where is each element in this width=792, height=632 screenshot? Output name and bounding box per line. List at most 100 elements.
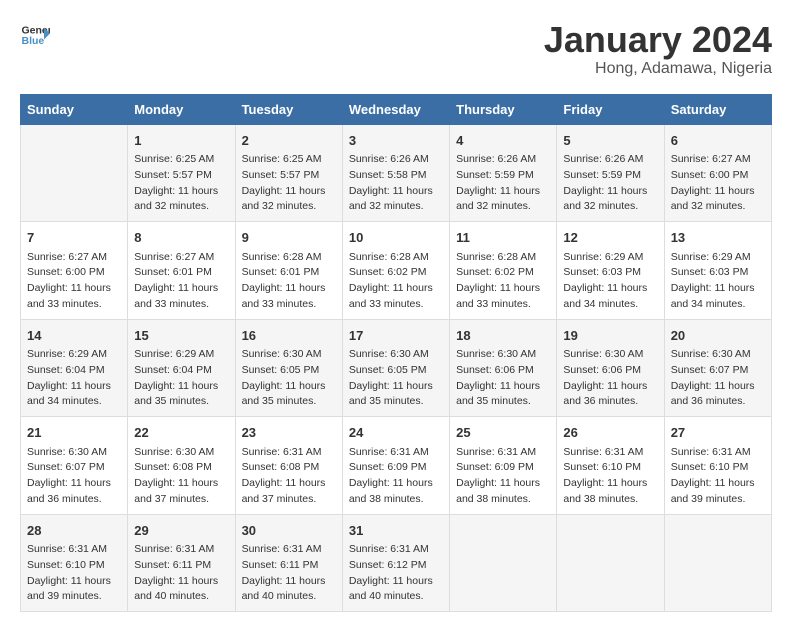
day-number: 14 — [27, 326, 121, 346]
day-number: 4 — [456, 131, 550, 151]
day-info: Sunrise: 6:25 AMSunset: 5:57 PMDaylight:… — [242, 152, 336, 215]
day-info: Sunrise: 6:29 AMSunset: 6:03 PMDaylight:… — [563, 250, 657, 313]
weekday-header-saturday: Saturday — [664, 94, 771, 124]
calendar-cell: 8Sunrise: 6:27 AMSunset: 6:01 PMDaylight… — [128, 222, 235, 320]
calendar-cell: 10Sunrise: 6:28 AMSunset: 6:02 PMDayligh… — [342, 222, 449, 320]
day-number: 29 — [134, 521, 228, 541]
logo: General Blue — [20, 20, 50, 50]
day-number: 31 — [349, 521, 443, 541]
weekday-header-thursday: Thursday — [450, 94, 557, 124]
calendar-cell: 18Sunrise: 6:30 AMSunset: 6:06 PMDayligh… — [450, 319, 557, 417]
calendar-cell: 19Sunrise: 6:30 AMSunset: 6:06 PMDayligh… — [557, 319, 664, 417]
day-number: 24 — [349, 423, 443, 443]
weekday-header-row: SundayMondayTuesdayWednesdayThursdayFrid… — [21, 94, 772, 124]
svg-text:Blue: Blue — [22, 35, 45, 47]
calendar-cell: 1Sunrise: 6:25 AMSunset: 5:57 PMDaylight… — [128, 124, 235, 222]
day-info: Sunrise: 6:28 AMSunset: 6:01 PMDaylight:… — [242, 250, 336, 313]
day-info: Sunrise: 6:29 AMSunset: 6:04 PMDaylight:… — [27, 347, 121, 410]
calendar-cell: 29Sunrise: 6:31 AMSunset: 6:11 PMDayligh… — [128, 514, 235, 612]
calendar-cell: 31Sunrise: 6:31 AMSunset: 6:12 PMDayligh… — [342, 514, 449, 612]
day-info: Sunrise: 6:30 AMSunset: 6:08 PMDaylight:… — [134, 445, 228, 508]
day-info: Sunrise: 6:31 AMSunset: 6:10 PMDaylight:… — [563, 445, 657, 508]
day-info: Sunrise: 6:30 AMSunset: 6:06 PMDaylight:… — [563, 347, 657, 410]
day-info: Sunrise: 6:31 AMSunset: 6:12 PMDaylight:… — [349, 542, 443, 605]
day-info: Sunrise: 6:31 AMSunset: 6:10 PMDaylight:… — [671, 445, 765, 508]
day-number: 2 — [242, 131, 336, 151]
calendar-week-3: 14Sunrise: 6:29 AMSunset: 6:04 PMDayligh… — [21, 319, 772, 417]
day-info: Sunrise: 6:25 AMSunset: 5:57 PMDaylight:… — [134, 152, 228, 215]
calendar-cell: 20Sunrise: 6:30 AMSunset: 6:07 PMDayligh… — [664, 319, 771, 417]
calendar-cell: 22Sunrise: 6:30 AMSunset: 6:08 PMDayligh… — [128, 417, 235, 515]
calendar-cell: 21Sunrise: 6:30 AMSunset: 6:07 PMDayligh… — [21, 417, 128, 515]
day-number: 27 — [671, 423, 765, 443]
day-info: Sunrise: 6:31 AMSunset: 6:09 PMDaylight:… — [349, 445, 443, 508]
day-info: Sunrise: 6:30 AMSunset: 6:05 PMDaylight:… — [242, 347, 336, 410]
day-info: Sunrise: 6:31 AMSunset: 6:08 PMDaylight:… — [242, 445, 336, 508]
calendar-table: SundayMondayTuesdayWednesdayThursdayFrid… — [20, 94, 772, 613]
calendar-week-4: 21Sunrise: 6:30 AMSunset: 6:07 PMDayligh… — [21, 417, 772, 515]
day-info: Sunrise: 6:26 AMSunset: 5:59 PMDaylight:… — [563, 152, 657, 215]
calendar-cell: 23Sunrise: 6:31 AMSunset: 6:08 PMDayligh… — [235, 417, 342, 515]
day-info: Sunrise: 6:31 AMSunset: 6:10 PMDaylight:… — [27, 542, 121, 605]
calendar-cell: 12Sunrise: 6:29 AMSunset: 6:03 PMDayligh… — [557, 222, 664, 320]
day-number: 10 — [349, 228, 443, 248]
day-number: 23 — [242, 423, 336, 443]
day-number: 11 — [456, 228, 550, 248]
calendar-cell: 14Sunrise: 6:29 AMSunset: 6:04 PMDayligh… — [21, 319, 128, 417]
weekday-header-sunday: Sunday — [21, 94, 128, 124]
calendar-cell: 15Sunrise: 6:29 AMSunset: 6:04 PMDayligh… — [128, 319, 235, 417]
calendar-cell: 28Sunrise: 6:31 AMSunset: 6:10 PMDayligh… — [21, 514, 128, 612]
page-header: General Blue January 2024 Hong, Adamawa,… — [20, 20, 772, 78]
day-number: 6 — [671, 131, 765, 151]
weekday-header-wednesday: Wednesday — [342, 94, 449, 124]
day-info: Sunrise: 6:30 AMSunset: 6:06 PMDaylight:… — [456, 347, 550, 410]
day-number: 26 — [563, 423, 657, 443]
day-info: Sunrise: 6:28 AMSunset: 6:02 PMDaylight:… — [456, 250, 550, 313]
calendar-cell — [557, 514, 664, 612]
calendar-cell: 27Sunrise: 6:31 AMSunset: 6:10 PMDayligh… — [664, 417, 771, 515]
day-info: Sunrise: 6:26 AMSunset: 5:59 PMDaylight:… — [456, 152, 550, 215]
calendar-cell: 7Sunrise: 6:27 AMSunset: 6:00 PMDaylight… — [21, 222, 128, 320]
day-number: 1 — [134, 131, 228, 151]
day-number: 5 — [563, 131, 657, 151]
calendar-cell: 16Sunrise: 6:30 AMSunset: 6:05 PMDayligh… — [235, 319, 342, 417]
logo-icon: General Blue — [20, 20, 50, 50]
day-number: 28 — [27, 521, 121, 541]
calendar-week-5: 28Sunrise: 6:31 AMSunset: 6:10 PMDayligh… — [21, 514, 772, 612]
calendar-cell: 6Sunrise: 6:27 AMSunset: 6:00 PMDaylight… — [664, 124, 771, 222]
day-info: Sunrise: 6:31 AMSunset: 6:09 PMDaylight:… — [456, 445, 550, 508]
day-info: Sunrise: 6:30 AMSunset: 6:07 PMDaylight:… — [671, 347, 765, 410]
day-info: Sunrise: 6:27 AMSunset: 6:00 PMDaylight:… — [27, 250, 121, 313]
weekday-header-friday: Friday — [557, 94, 664, 124]
calendar-week-1: 1Sunrise: 6:25 AMSunset: 5:57 PMDaylight… — [21, 124, 772, 222]
calendar-cell: 4Sunrise: 6:26 AMSunset: 5:59 PMDaylight… — [450, 124, 557, 222]
calendar-cell — [21, 124, 128, 222]
calendar-cell — [450, 514, 557, 612]
day-number: 12 — [563, 228, 657, 248]
day-number: 16 — [242, 326, 336, 346]
day-number: 7 — [27, 228, 121, 248]
calendar-cell: 24Sunrise: 6:31 AMSunset: 6:09 PMDayligh… — [342, 417, 449, 515]
day-number: 25 — [456, 423, 550, 443]
month-title: January 2024 — [544, 20, 772, 60]
calendar-cell: 13Sunrise: 6:29 AMSunset: 6:03 PMDayligh… — [664, 222, 771, 320]
day-info: Sunrise: 6:26 AMSunset: 5:58 PMDaylight:… — [349, 152, 443, 215]
title-area: January 2024 Hong, Adamawa, Nigeria — [544, 20, 772, 78]
day-info: Sunrise: 6:27 AMSunset: 6:01 PMDaylight:… — [134, 250, 228, 313]
day-number: 21 — [27, 423, 121, 443]
calendar-cell: 30Sunrise: 6:31 AMSunset: 6:11 PMDayligh… — [235, 514, 342, 612]
day-info: Sunrise: 6:30 AMSunset: 6:05 PMDaylight:… — [349, 347, 443, 410]
day-number: 15 — [134, 326, 228, 346]
location-subtitle: Hong, Adamawa, Nigeria — [544, 60, 772, 78]
day-number: 20 — [671, 326, 765, 346]
calendar-cell: 11Sunrise: 6:28 AMSunset: 6:02 PMDayligh… — [450, 222, 557, 320]
day-number: 18 — [456, 326, 550, 346]
day-info: Sunrise: 6:27 AMSunset: 6:00 PMDaylight:… — [671, 152, 765, 215]
day-info: Sunrise: 6:31 AMSunset: 6:11 PMDaylight:… — [134, 542, 228, 605]
day-info: Sunrise: 6:31 AMSunset: 6:11 PMDaylight:… — [242, 542, 336, 605]
calendar-cell — [664, 514, 771, 612]
weekday-header-monday: Monday — [128, 94, 235, 124]
day-number: 19 — [563, 326, 657, 346]
calendar-cell: 3Sunrise: 6:26 AMSunset: 5:58 PMDaylight… — [342, 124, 449, 222]
calendar-cell: 26Sunrise: 6:31 AMSunset: 6:10 PMDayligh… — [557, 417, 664, 515]
